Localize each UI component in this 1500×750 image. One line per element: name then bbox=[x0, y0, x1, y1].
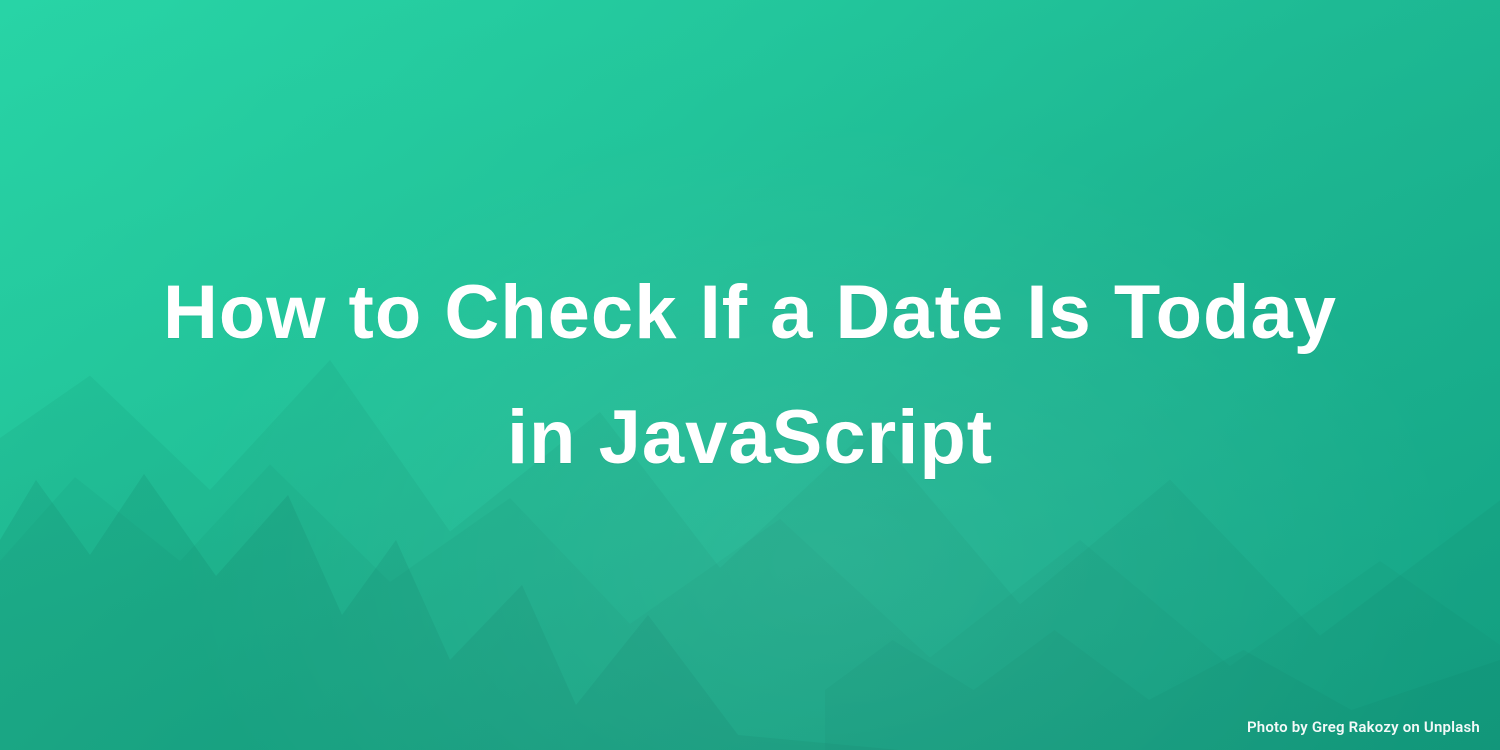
photo-credit: Photo by Greg Rakozy on Unplash bbox=[1247, 718, 1480, 736]
title-container: How to Check If a Date Is Today in JavaS… bbox=[0, 0, 1500, 750]
article-title: How to Check If a Date Is Today in JavaS… bbox=[120, 250, 1380, 501]
